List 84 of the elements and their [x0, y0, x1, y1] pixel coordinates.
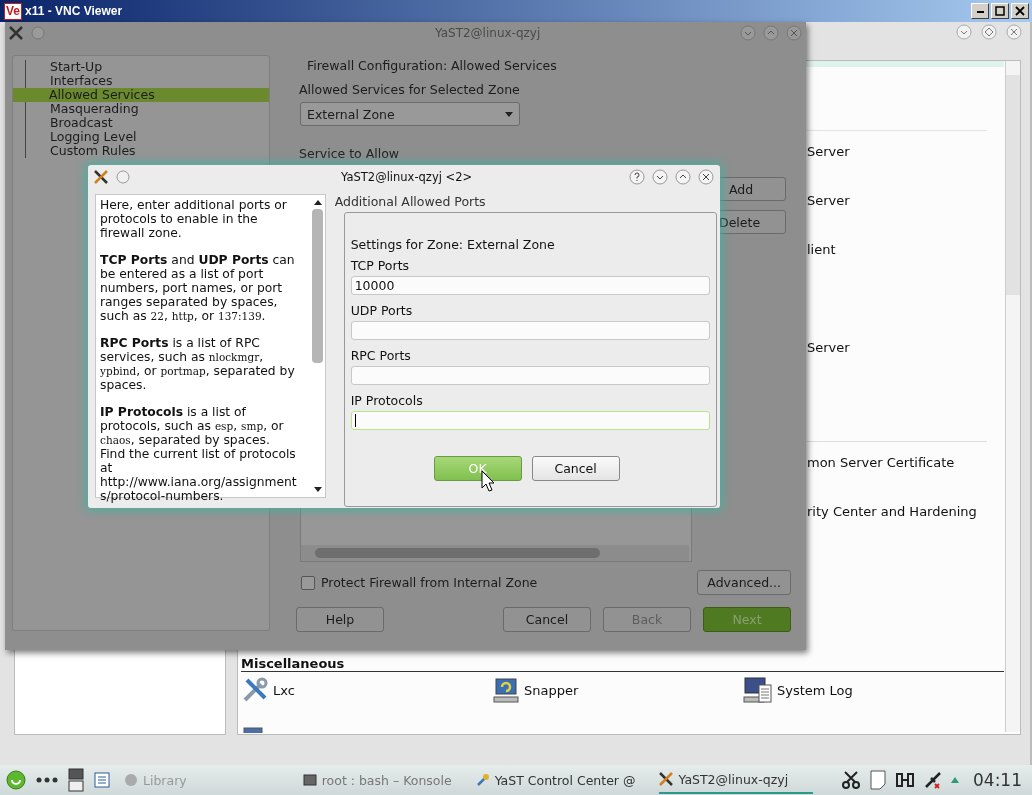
scissors-icon[interactable]: [841, 770, 861, 790]
task-label: Library: [143, 772, 187, 788]
module-label[interactable]: lient: [807, 242, 836, 257]
field-label: TCP Ports: [350, 258, 411, 273]
tools-icon: [241, 676, 269, 704]
restore-button[interactable]: [981, 24, 997, 40]
group-title: Additional Allowed Ports: [334, 194, 487, 209]
field-label: IP Protocols: [350, 393, 424, 408]
x-logo-icon: [94, 170, 108, 184]
start-menu-icon[interactable]: [6, 770, 26, 790]
window-title: YaST2@linux-qzyj <2>: [341, 170, 473, 184]
minimize-icon: [976, 9, 984, 13]
footer-button[interactable]: Help: [296, 607, 384, 632]
tree-item[interactable]: Broadcast: [25, 116, 269, 130]
dropdown-arrow-icon: [505, 111, 513, 117]
zone-label: Settings for Zone: External Zone: [350, 237, 556, 252]
desktops-icon[interactable]: [68, 768, 84, 792]
tree-item[interactable]: Start-Up: [25, 60, 269, 74]
checkbox-label[interactable]: Protect Firewall from Internal Zone: [321, 575, 538, 590]
device-icon[interactable]: [895, 771, 915, 789]
checkbox[interactable]: [301, 575, 315, 590]
x-logo-icon: [659, 772, 674, 786]
terminal-icon: [302, 773, 317, 787]
computer-log-icon: [743, 676, 773, 704]
dialog-button[interactable]: Cancel: [531, 456, 620, 481]
help-paragraph: RPC Ports is a list of RPC services, such as nlockmgr, ypbind, or portmap, separated by spaces.: [100, 336, 296, 392]
close-button[interactable]: [698, 169, 714, 185]
field-label: Allowed Services for Selected Zone: [299, 82, 520, 97]
menu-button[interactable]: [116, 170, 130, 184]
task-button[interactable]: YaST Control Center @: [475, 767, 636, 793]
close-icon: [1015, 6, 1025, 16]
footer-button[interactable]: Cancel: [503, 607, 591, 632]
help-paragraph: Here, enter additional ports or protocols to enable in the firewall zone.: [100, 198, 288, 240]
tree-item[interactable]: Allowed Services: [13, 88, 269, 102]
input-field[interactable]: [350, 366, 710, 385]
clock: 04:11: [973, 770, 1022, 790]
task-label: root : bash – Konsole: [321, 772, 452, 788]
horizontal-scrollbar[interactable]: [301, 545, 689, 561]
advanced-button[interactable]: Advanced...: [697, 570, 791, 595]
input-field[interactable]: [350, 411, 710, 430]
tree-item[interactable]: Masquerading: [25, 102, 269, 116]
monitor-icon: [243, 727, 263, 733]
x-logo-icon: [9, 26, 23, 40]
task-button[interactable]: YaST2@linux-qzyj: [659, 766, 814, 794]
section-heading: Miscellaneous: [241, 656, 1004, 672]
calendar-icon[interactable]: [94, 772, 110, 788]
module-label[interactable]: Server: [807, 144, 850, 159]
minimize-button[interactable]: [652, 169, 668, 185]
help-paragraph: IP Protocols is a list of protocols, such as esp, smp, or chaos, separated by spaces. Find the current list of protocols at http://www.iana.org/assignments/protocol-numbers.: [100, 405, 298, 503]
module-label[interactable]: Server: [807, 193, 850, 208]
task-label: YaST2@linux-qzyj: [678, 771, 789, 787]
app-logo: Ve: [4, 2, 22, 20]
module-label[interactable]: Snapper: [524, 682, 579, 698]
module-label[interactable]: rity Center and Hardening: [807, 504, 977, 519]
window-title: x11 - VNC Viewer: [25, 4, 123, 18]
scroll-up-icon[interactable]: [313, 200, 322, 205]
tree-item[interactable]: Custom Rules: [25, 144, 269, 158]
zone-dropdown[interactable]: External Zone: [300, 102, 520, 126]
input-field[interactable]: [350, 321, 710, 340]
help-button[interactable]: [629, 169, 645, 185]
maximize-icon: [995, 6, 1005, 16]
tree-item[interactable]: Logging Level: [25, 130, 269, 144]
scrollbar[interactable]: [1005, 61, 1020, 732]
field-label: UDP Ports: [350, 303, 414, 318]
clipboard-icon[interactable]: [869, 770, 887, 790]
field-label: Service to Allow: [299, 146, 400, 161]
scroll-down-icon[interactable]: [313, 487, 322, 492]
input-field[interactable]: 10000: [350, 276, 710, 295]
task-button[interactable]: root : bash – Konsole: [302, 767, 452, 793]
computer-icon: [492, 676, 520, 704]
task-label: YaST Control Center @: [494, 772, 636, 788]
module-label[interactable]: System Log: [777, 682, 853, 698]
window-title: YaST2@linux-qzyj: [435, 26, 541, 40]
module-label[interactable]: Server: [807, 340, 850, 355]
module-label[interactable]: Lxc: [273, 682, 295, 698]
maximize-button[interactable]: [675, 169, 691, 185]
wrench-icon: [475, 773, 490, 787]
module-label[interactable]: mon Server Certificate: [807, 455, 955, 470]
help-paragraph: TCP Ports and UDP Ports can be entered as a list of port numbers, port names, or port ranges separated by spaces, such as 22, http, or 137:139.: [100, 253, 296, 323]
field-label: RPC Ports: [350, 348, 412, 363]
page-heading: Firewall Configuration: Allowed Services: [307, 58, 557, 73]
expand-tray-icon[interactable]: [951, 777, 959, 783]
more-icon[interactable]: [36, 777, 58, 783]
network-disconnected-icon[interactable]: [923, 770, 943, 790]
